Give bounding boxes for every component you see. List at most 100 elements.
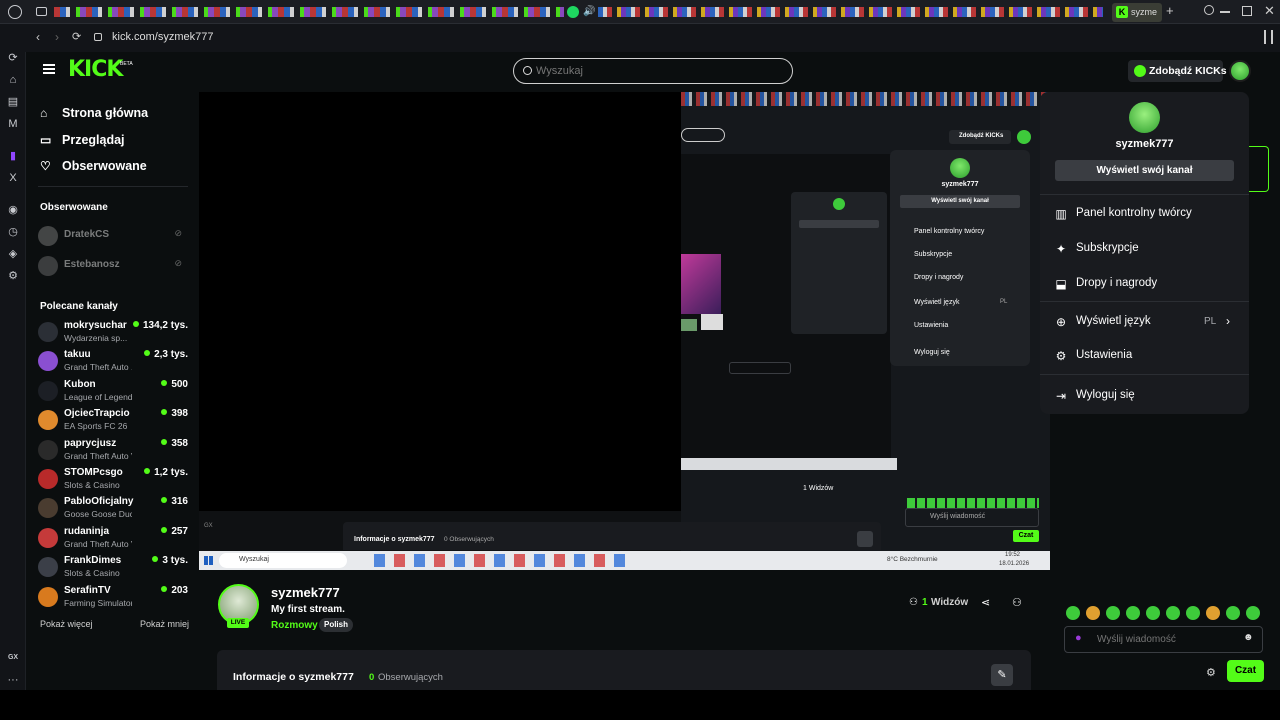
share-icon[interactable]: ⋖: [981, 596, 990, 609]
settings-icon[interactable]: ⚙: [7, 270, 19, 282]
emote-icon[interactable]: [1066, 606, 1080, 620]
mail-icon[interactable]: M: [7, 118, 19, 130]
minimize-button[interactable]: [1220, 11, 1230, 13]
show-less-link[interactable]: Pokaż mniej: [140, 619, 189, 629]
active-tab-label: syzme: [1131, 7, 1158, 17]
workspaces-icon[interactable]: [36, 7, 47, 16]
menu-item-drops[interactable]: ⬓ Dropy i nagrody: [1054, 276, 1239, 294]
video-player[interactable]: [199, 92, 681, 511]
store-icon[interactable]: ⌂: [7, 74, 19, 86]
opera-gx-logo-icon[interactable]: [8, 5, 22, 19]
forward-button[interactable]: ›: [55, 30, 59, 44]
more-tabs[interactable]: [598, 7, 1103, 17]
followed-section-title: Obserwowane: [40, 202, 108, 213]
menu-item-creator-dashboard[interactable]: ▥ Panel kontrolny twórcy: [1054, 206, 1239, 224]
menu-item-subscriptions[interactable]: ✦ Subskrypcje: [1054, 241, 1239, 259]
menu-item-language[interactable]: ⊕ Wyświetl język PL ›: [1054, 314, 1239, 332]
recommended-channel[interactable]: PabloOficjalny Goose Goose Duck 316: [38, 496, 188, 522]
hamburger-menu-icon[interactable]: [43, 64, 55, 74]
channel-category: Grand Theft Auto ...: [64, 362, 132, 373]
followed-channel[interactable]: Estebanosz ⊘: [38, 254, 188, 280]
kick-logo[interactable]: KICK: [68, 57, 123, 82]
nav-home-label: Strona główna: [62, 106, 149, 120]
search-box[interactable]: [513, 58, 793, 84]
channel-name: rudaninja: [64, 525, 110, 537]
stream-category[interactable]: Rozmowy: [271, 620, 318, 631]
chat-input-box[interactable]: ● ☻: [1064, 626, 1263, 653]
tab-search-icon[interactable]: [1204, 5, 1214, 15]
history-icon[interactable]: ⟳: [7, 52, 19, 64]
search-input[interactable]: [536, 63, 776, 79]
globe-icon: ⊕: [1055, 315, 1067, 329]
user-add-icon[interactable]: ⚇: [1012, 596, 1022, 609]
edit-button[interactable]: ✎: [991, 664, 1013, 686]
lock-icon[interactable]: [94, 33, 102, 41]
recommended-channel[interactable]: STOMPcsgo Slots & Casino 1,2 tys.: [38, 467, 188, 493]
spotify-tab-icon[interactable]: [567, 6, 579, 18]
avatar: [38, 557, 58, 578]
emote-icon[interactable]: [1246, 606, 1260, 620]
new-tab-button[interactable]: +: [1166, 3, 1174, 18]
pinned-tabs[interactable]: [54, 7, 564, 17]
viewer-count: 398: [161, 408, 188, 419]
emote-icon[interactable]: [1146, 606, 1160, 620]
avatar: [38, 498, 58, 519]
user-avatar[interactable]: [1229, 60, 1251, 82]
chat-send-button[interactable]: Czat: [1227, 660, 1264, 682]
menu-item-settings[interactable]: ⚙ Ustawienia: [1054, 348, 1239, 366]
back-button[interactable]: ‹: [36, 30, 40, 44]
logout-icon: ⇥: [1055, 389, 1067, 403]
recommended-channel[interactable]: rudaninjaGrand Theft Auto V (G... 257: [38, 526, 188, 552]
url-field[interactable]: kick.com/syzmek777: [112, 31, 213, 43]
recommended-channel[interactable]: takuu Grand Theft Auto ... 2,3 tys.: [38, 349, 188, 375]
cube-icon[interactable]: ◈: [7, 248, 19, 260]
microphone-icon[interactable]: ●: [1075, 632, 1082, 644]
recommended-channel[interactable]: Kubon League of Legends 500: [38, 379, 188, 405]
play-icon[interactable]: ◉: [7, 204, 19, 216]
close-window-button[interactable]: ✕: [1264, 3, 1275, 19]
mirror-chat-button-label: Czat: [1018, 532, 1034, 539]
player-icon[interactable]: ▤: [7, 96, 19, 108]
emote-icon[interactable]: [1106, 606, 1120, 620]
chat-input[interactable]: [1097, 632, 1237, 647]
view-channel-button[interactable]: Wyświetl swój kanał: [1055, 160, 1234, 181]
recommended-channel[interactable]: paprycjuszGrand Theft Auto V (G... 358: [38, 438, 188, 464]
mirror-menu-item: Ustawienia: [914, 322, 949, 329]
dashboard-icon: ▥: [1055, 207, 1067, 221]
recommended-channel[interactable]: mokrysuchar Wydarzenia sp... 134,2 tys.: [38, 320, 188, 346]
more-icon[interactable]: ···: [7, 674, 19, 686]
show-more-link[interactable]: Pokaż więcej: [40, 619, 93, 629]
active-tab[interactable]: K syzme: [1112, 3, 1162, 22]
recommended-channel[interactable]: FrankDimes Slots & Casino 3 tys.: [38, 555, 188, 581]
emote-icon[interactable]: [1206, 606, 1220, 620]
mirror-viewers: 1 Widzów: [803, 485, 834, 492]
emote-icon[interactable]: [1186, 606, 1200, 620]
followed-channel[interactable]: DratekCS ⊘: [38, 224, 188, 250]
chat-settings-icon[interactable]: ⚙: [1206, 666, 1216, 679]
speaker-icon[interactable]: 🔊: [583, 6, 595, 17]
get-kicks-button[interactable]: Zdobądź KICKs: [1128, 60, 1227, 82]
channel-category: EA Sports FC 26: [64, 421, 128, 432]
gx-control-icon[interactable]: GX: [7, 652, 19, 664]
easy-setup-icon[interactable]: [1264, 30, 1273, 44]
clock-icon[interactable]: ◷: [7, 226, 19, 238]
emoji-icon[interactable]: ☻: [1243, 632, 1254, 643]
reload-button[interactable]: ⟳: [72, 30, 81, 43]
x-icon[interactable]: X: [7, 172, 19, 184]
avatar: [38, 469, 58, 489]
streamer-name[interactable]: syzmek777: [271, 585, 340, 600]
mirror-menu-small: [791, 192, 887, 334]
maximize-button[interactable]: [1242, 6, 1252, 16]
menu-item-logout[interactable]: ⇥ Wyloguj się: [1054, 388, 1239, 406]
emote-icon[interactable]: [1166, 606, 1180, 620]
emote-icon[interactable]: [1226, 606, 1240, 620]
twitch-icon[interactable]: ▮: [7, 150, 19, 162]
emote-icon[interactable]: [1086, 606, 1100, 620]
emote-icon[interactable]: [1126, 606, 1140, 620]
recommended-channel[interactable]: SerafinTVFarming Simulator 2025 203: [38, 585, 188, 611]
left-navigation: ⌂ Strona główna ▭ Przeglądaj ♡ Obserwowa…: [26, 90, 198, 690]
language-tag[interactable]: Polish: [319, 618, 353, 632]
taskbar-weather: 8°C Bezchmurnie: [887, 556, 938, 563]
recommended-channel[interactable]: OjciecTrapcio EA Sports FC 26 398: [38, 408, 188, 434]
avatar: [38, 351, 58, 372]
